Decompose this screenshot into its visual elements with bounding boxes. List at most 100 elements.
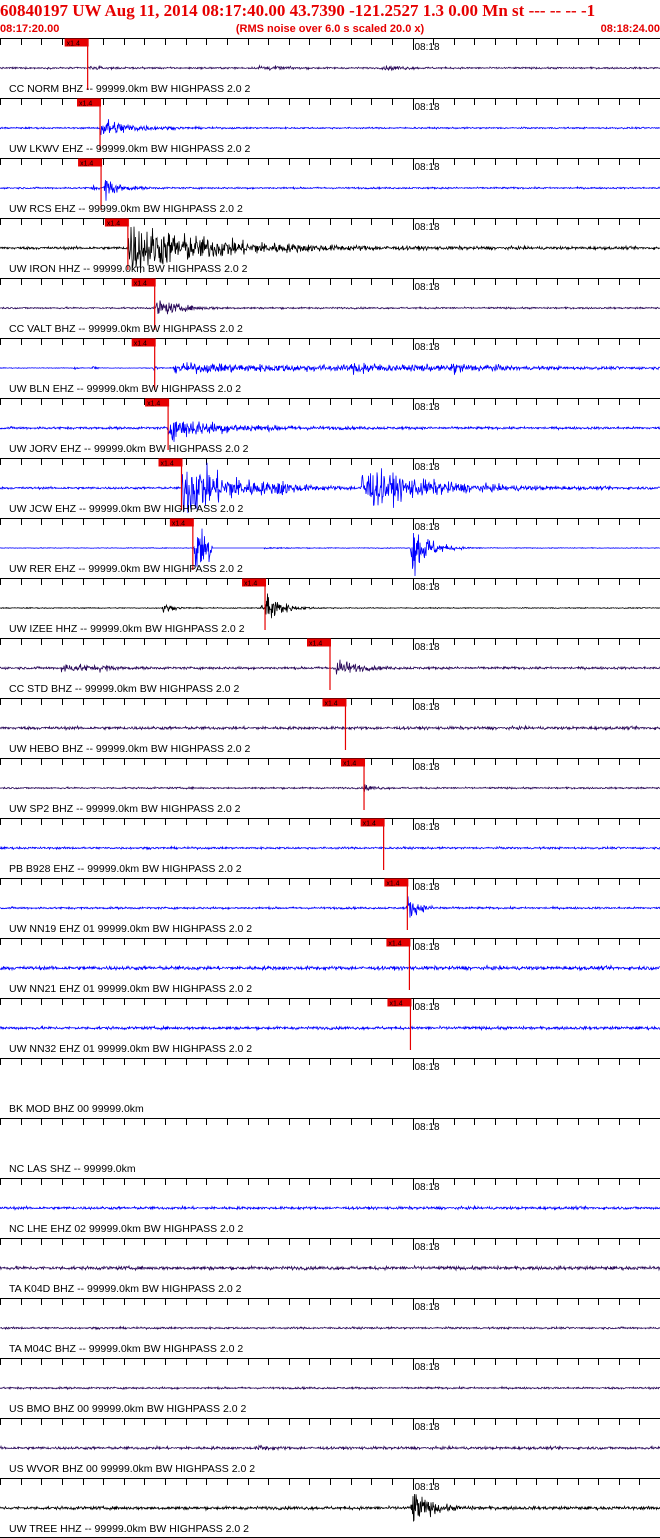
station-label: NC LHE EHZ 02 99999.0km BW HIGHPASS 2.0 … xyxy=(9,1223,244,1235)
station-label: TA M04C BHZ -- 99999.0km BW HIGHPASS 2.0… xyxy=(9,1343,243,1355)
time-tick-label: 08:18 xyxy=(415,582,440,593)
station-label: UW HEBO BHZ -- 99999.0km BW HIGHPASS 2.0… xyxy=(9,743,251,755)
record-header: 60840197 UW Aug 11, 2014 08:17:40.00 43.… xyxy=(0,0,660,38)
time-tick-label: 08:18 xyxy=(415,702,440,713)
time-tick-label: 08:18 xyxy=(415,1062,440,1073)
time-tick-label: 08:18 xyxy=(415,1302,440,1313)
trace-24: 08:18 US WVOR BHZ 00 99999.0km BW HIGHPAS… xyxy=(0,1418,660,1475)
waveform xyxy=(0,421,660,442)
waveform xyxy=(0,845,660,851)
trace-22: 08:18 TA M04C BHZ -- 99999.0km BW HIGHPAS… xyxy=(0,1298,660,1355)
station-label: CC VALT BHZ -- 99999.0km BW HIGHPASS 2.0… xyxy=(9,323,243,335)
trace-21: 08:18 TA K04D BHZ -- 99999.0km BW HIGHPAS… xyxy=(0,1238,660,1295)
waveform xyxy=(0,362,660,375)
pick-flag-label: x1.4 xyxy=(172,521,185,528)
station-label: UW BLN EHZ -- 99999.0km BW HIGHPASS 2.0 … xyxy=(9,383,241,395)
trace-8: 08:18 x1.4 UW JCW EHZ -- 99999.0km BW HIGH… xyxy=(0,458,660,515)
trace-3: 08:18 x1.4 UW RCS EHZ -- 99999.0km BW HIGH… xyxy=(0,158,660,215)
trace-25: 08:18 UW TREE HHZ -- 99999.0km BW HIGHPAS… xyxy=(0,1478,660,1535)
trace-7: 08:18 x1.4 UW JORV EHZ -- 99999.0km BW HIG… xyxy=(0,398,660,455)
station-label: UW NN21 EHZ 01 99999.0km BW HIGHPASS 2.0… xyxy=(9,983,252,995)
pick-flag-label: x1.4 xyxy=(80,161,93,168)
waveform xyxy=(0,593,660,619)
trace-6: 08:18 x1.4 UW BLN EHZ -- 99999.0km BW HIGH… xyxy=(0,338,660,395)
waveform xyxy=(0,1385,660,1391)
time-tick-label: 08:18 xyxy=(415,762,440,773)
waveform xyxy=(0,64,660,72)
waveform xyxy=(0,896,660,918)
trace-14: 08:18 x1.4 PB B928 EHZ -- 99999.0km BW HIG… xyxy=(0,818,660,875)
time-tick-label: 08:18 xyxy=(415,42,440,53)
station-label: UW NN32 EHZ 01 99999.0km BW HIGHPASS 2.0… xyxy=(9,1043,252,1055)
waveform xyxy=(0,964,660,972)
waveform xyxy=(0,1325,660,1331)
event-title: 60840197 UW Aug 11, 2014 08:17:40.00 43.… xyxy=(0,1,596,20)
time-tick-label: 08:18 xyxy=(415,822,440,833)
time-tick-label: 08:18 xyxy=(415,522,440,533)
time-tick-label: 08:18 xyxy=(415,1002,440,1013)
station-label: NC LAS SHZ -- 99999.0km xyxy=(9,1163,136,1175)
station-label: UW TREE HHZ -- 99999.0km BW HIGHPASS 2.0… xyxy=(9,1523,249,1535)
time-tick-label: 08:18 xyxy=(415,162,440,173)
time-tick-label: 08:18 xyxy=(415,282,440,293)
station-label: UW NN19 EHZ 01 99999.0km BW HIGHPASS 2.0… xyxy=(9,923,252,935)
time-tick-label: 08:18 xyxy=(415,402,440,413)
waveform xyxy=(0,180,660,201)
waveform xyxy=(0,119,660,136)
station-label: UW RCS EHZ -- 99999.0km BW HIGHPASS 2.0 … xyxy=(9,203,243,215)
trace-20: 08:18 NC LHE EHZ 02 99999.0km BW HIGHPASS… xyxy=(0,1178,660,1235)
trace-15: 08:18 x1.4 UW NN19 EHZ 01 99999.0km BW HIG… xyxy=(0,878,660,935)
time-tick-label: 08:18 xyxy=(415,462,440,473)
waveform xyxy=(0,1444,660,1452)
time-tick-label: 08:18 xyxy=(415,342,440,353)
waveform xyxy=(0,784,660,793)
station-label: BK MOD BHZ 00 99999.0km xyxy=(9,1103,144,1115)
time-tick-label: 08:18 xyxy=(415,642,440,653)
waveform xyxy=(0,300,660,315)
time-tick-label: 08:18 xyxy=(415,1482,440,1493)
pick-flag-label: x1.4 xyxy=(389,1001,402,1008)
trace-10: 08:18 x1.4 UW IZEE HHZ -- 99999.0km BW HIG… xyxy=(0,578,660,635)
station-label: CC NORM BHZ -- 99999.0km BW HIGHPASS 2.0… xyxy=(9,83,251,95)
trace-11: 08:18 x1.4 CC STD BHZ -- 99999.0km BW HIGH… xyxy=(0,638,660,695)
time-tick-label: 08:18 xyxy=(415,102,440,113)
time-tick-label: 08:18 xyxy=(415,882,440,893)
station-label: UW SP2 BHZ -- 99999.0km BW HIGHPASS 2.0 … xyxy=(9,803,241,815)
pick-flag-label: x1.4 xyxy=(324,701,337,708)
station-label: UW RER EHZ -- 99999.0km BW HIGHPASS 2.0 … xyxy=(9,563,243,575)
time-tick-label: 08:18 xyxy=(415,1182,440,1193)
trace-23: 08:18 US BMO BHZ 00 99999.0km BW HIGHPASS… xyxy=(0,1358,660,1415)
pick-flag-label: x1.4 xyxy=(388,941,401,948)
trace-9: 08:18 x1.4 UW RER EHZ -- 99999.0km BW HIGH… xyxy=(0,518,660,577)
time-tick-label: 08:18 xyxy=(415,1362,440,1373)
trace-12: 08:18 x1.4 UW HEBO BHZ -- 99999.0km BW HIG… xyxy=(0,698,660,755)
pick-flag-label: x1.4 xyxy=(161,461,174,468)
station-label: UW JCW EHZ -- 99999.0km BW HIGHPASS 2.0 … xyxy=(9,503,244,515)
time-tick-label: 08:18 xyxy=(415,222,440,233)
waveform xyxy=(0,1264,660,1272)
pick-flag-label: x1.4 xyxy=(309,641,322,648)
pick-flag-label: x1.4 xyxy=(147,401,160,408)
waveform xyxy=(0,1024,660,1032)
trace-17: 08:18 x1.4 UW NN32 EHZ 01 99999.0km BW HIG… xyxy=(0,998,660,1055)
station-label: TA K04D BHZ -- 99999.0km BW HIGHPASS 2.0… xyxy=(9,1283,242,1295)
trace-4: 08:18 x1.4 UW IRON HHZ -- 99999.0km BW HIG… xyxy=(0,218,660,275)
time-tick-label: 08:18 xyxy=(415,1422,440,1433)
station-label: UW IRON HHZ -- 99999.0km BW HIGHPASS 2.0… xyxy=(9,263,248,275)
scaling-note: (RMS noise over 6.0 s scaled 20.0 x) xyxy=(235,23,425,35)
waveform xyxy=(0,1493,660,1522)
pick-flag-label: x1.4 xyxy=(107,221,120,228)
time-tick-label: 08:18 xyxy=(415,1242,440,1253)
station-label: UW IZEE HHZ -- 99999.0km BW HIGHPASS 2.0… xyxy=(9,623,245,635)
waveform xyxy=(0,1204,660,1211)
trace-18: 08:18 BK MOD BHZ 00 99999.0km xyxy=(0,1058,660,1115)
trace-5: 08:18 x1.4 CC VALT BHZ -- 99999.0km BW HIG… xyxy=(0,278,660,335)
time-tick-label: 08:18 xyxy=(415,1122,440,1133)
time-tick-label: 08:18 xyxy=(415,942,440,953)
pick-flag-label: x1.4 xyxy=(343,761,356,768)
station-label: CC STD BHZ -- 99999.0km BW HIGHPASS 2.0 … xyxy=(9,683,239,695)
station-label: US WVOR BHZ 00 99999.0km BW HIGHPASS 2.0… xyxy=(9,1463,255,1475)
pick-flag-label: x1.4 xyxy=(244,581,257,588)
pick-flag-label: x1.4 xyxy=(386,881,399,888)
trace-19: 08:18 NC LAS SHZ -- 99999.0km xyxy=(0,1118,660,1175)
